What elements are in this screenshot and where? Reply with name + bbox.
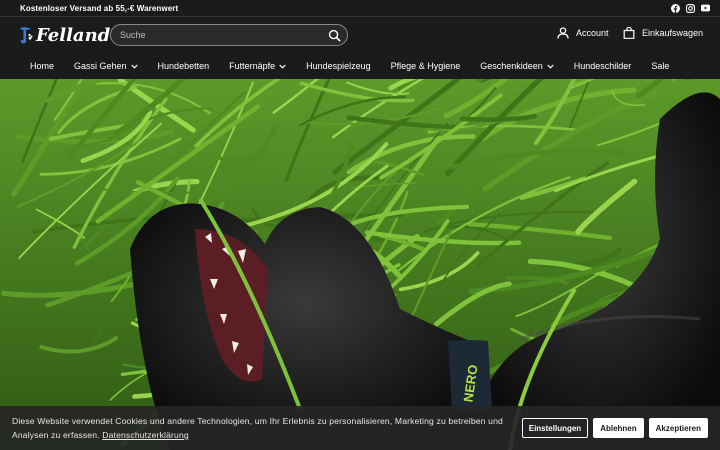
instagram-icon[interactable] [686,3,695,13]
search-icon [328,29,341,42]
site-logo[interactable]: Fellando [18,24,122,46]
cookie-decline-button[interactable]: Ablehnen [593,418,644,438]
nav-label: Geschenkideen [480,61,543,71]
nav-item-hundebetten[interactable]: Hundebetten [158,61,210,71]
cookie-settings-button[interactable]: Einstellungen [521,418,589,438]
hero-image-dog-in-grass: NERO [0,79,720,450]
nav-item-sale[interactable]: Sale [651,61,669,71]
hero-banner[interactable]: NERO [0,79,720,450]
announcement-text: Kostenloser Versand ab 55,-€ Warenwert [20,3,179,13]
cookie-accept-button[interactable]: Akzeptieren [648,418,708,438]
cookie-message: Diese Website verwendet Cookies und ande… [12,414,527,442]
nav-item-home[interactable]: Home [30,61,54,71]
nav-label: Futternäpfe [229,61,276,71]
search-input[interactable] [120,30,320,40]
nav-label: Hundespielzeug [306,61,371,71]
main-navigation: Home Gassi Gehen Hundebetten Futternäpfe… [0,53,720,79]
nav-label: Gassi Gehen [74,61,127,71]
facebook-icon[interactable] [671,3,680,13]
nav-item-hundeschilder[interactable]: Hundeschilder [574,61,632,71]
nav-label: Hundeschilder [573,61,632,71]
social-links [671,3,710,13]
site-header: Fellando Account Einkaufswagen [0,17,720,53]
nav-item-pflege-hygiene[interactable]: Pflege & Hygiene [391,61,461,71]
shopping-bag-icon [623,27,635,39]
search-bar [110,24,348,46]
cookie-banner: Diese Website verwendet Cookies und ande… [0,406,720,450]
nav-label: Pflege & Hygiene [390,61,461,71]
nav-item-hundespielzeug[interactable]: Hundespielzeug [306,61,371,71]
nav-label: Sale [651,61,670,71]
nav-item-futternaepfe[interactable]: Futternäpfe [229,61,286,71]
announcement-bar: Kostenloser Versand ab 55,-€ Warenwert [0,0,720,17]
nav-label: Hundebetten [157,61,210,71]
cart-link[interactable]: Einkaufswagen [623,27,703,39]
account-link[interactable]: Account [557,27,609,39]
search-button[interactable] [328,29,341,42]
youtube-icon[interactable] [701,4,710,13]
cookie-text: Diese Website verwendet Cookies und ande… [12,416,503,440]
account-label: Account [576,28,609,38]
user-icon [557,27,569,39]
nav-item-gassi-gehen[interactable]: Gassi Gehen [74,61,138,71]
paw-icon [20,27,33,44]
cart-label: Einkaufswagen [642,28,704,38]
chevron-down-icon [130,64,138,69]
chevron-down-icon [279,64,286,69]
chevron-down-icon [547,64,554,69]
nav-label: Home [30,61,55,71]
privacy-policy-link[interactable]: Datenschutzerklärung [102,430,189,440]
nav-item-geschenkideen[interactable]: Geschenkideen [480,61,554,71]
cookie-actions: Einstellungen Ablehnen Akzeptieren [521,418,708,438]
